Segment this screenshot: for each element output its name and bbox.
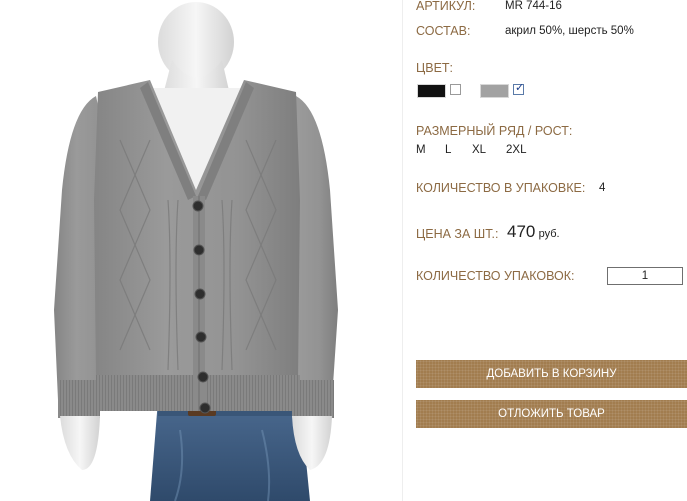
color-swatch-black[interactable]: [417, 84, 446, 98]
price-unit: руб.: [538, 228, 560, 240]
color-swatch-grey[interactable]: [480, 84, 509, 98]
pack-quantity-value: 4: [599, 182, 606, 194]
product-photo: [0, 0, 402, 501]
defer-item-button[interactable]: ОТЛОЖИТЬ ТОВАР: [416, 400, 687, 428]
pack-quantity-label: КОЛИЧЕСТВО В УПАКОВКЕ:: [416, 181, 586, 195]
add-to-cart-button[interactable]: ДОБАВИТЬ В КОРЗИНУ: [416, 360, 687, 388]
cardigan-image: [54, 2, 338, 501]
size-label: РАЗМЕРНЫЙ РЯД / РОСТ:: [416, 124, 573, 138]
color-checkbox-grey[interactable]: ✓: [513, 82, 525, 95]
size-option[interactable]: L: [445, 144, 451, 156]
composition-label: СОСТАВ:: [416, 24, 471, 38]
size-option[interactable]: 2XL: [506, 144, 526, 156]
price-value: 470: [507, 222, 536, 241]
article-label: АРТИКУЛ:: [416, 0, 476, 13]
price: 470 руб.: [507, 222, 560, 242]
composition-value: акрил 50%, шерсть 50%: [505, 25, 634, 37]
size-option[interactable]: M: [416, 144, 426, 156]
price-label: ЦЕНА ЗА ШТ.:: [416, 227, 499, 241]
color-checkbox-black[interactable]: [450, 84, 461, 95]
check-icon: ✓: [515, 82, 525, 94]
size-option[interactable]: XL: [472, 144, 486, 156]
packs-count-input[interactable]: [607, 267, 683, 285]
column-divider: [402, 0, 403, 501]
article-value: MR 744-16: [505, 0, 562, 12]
packs-count-label: КОЛИЧЕСТВО УПАКОВОК:: [416, 269, 575, 283]
color-label: ЦВЕТ:: [416, 61, 454, 75]
